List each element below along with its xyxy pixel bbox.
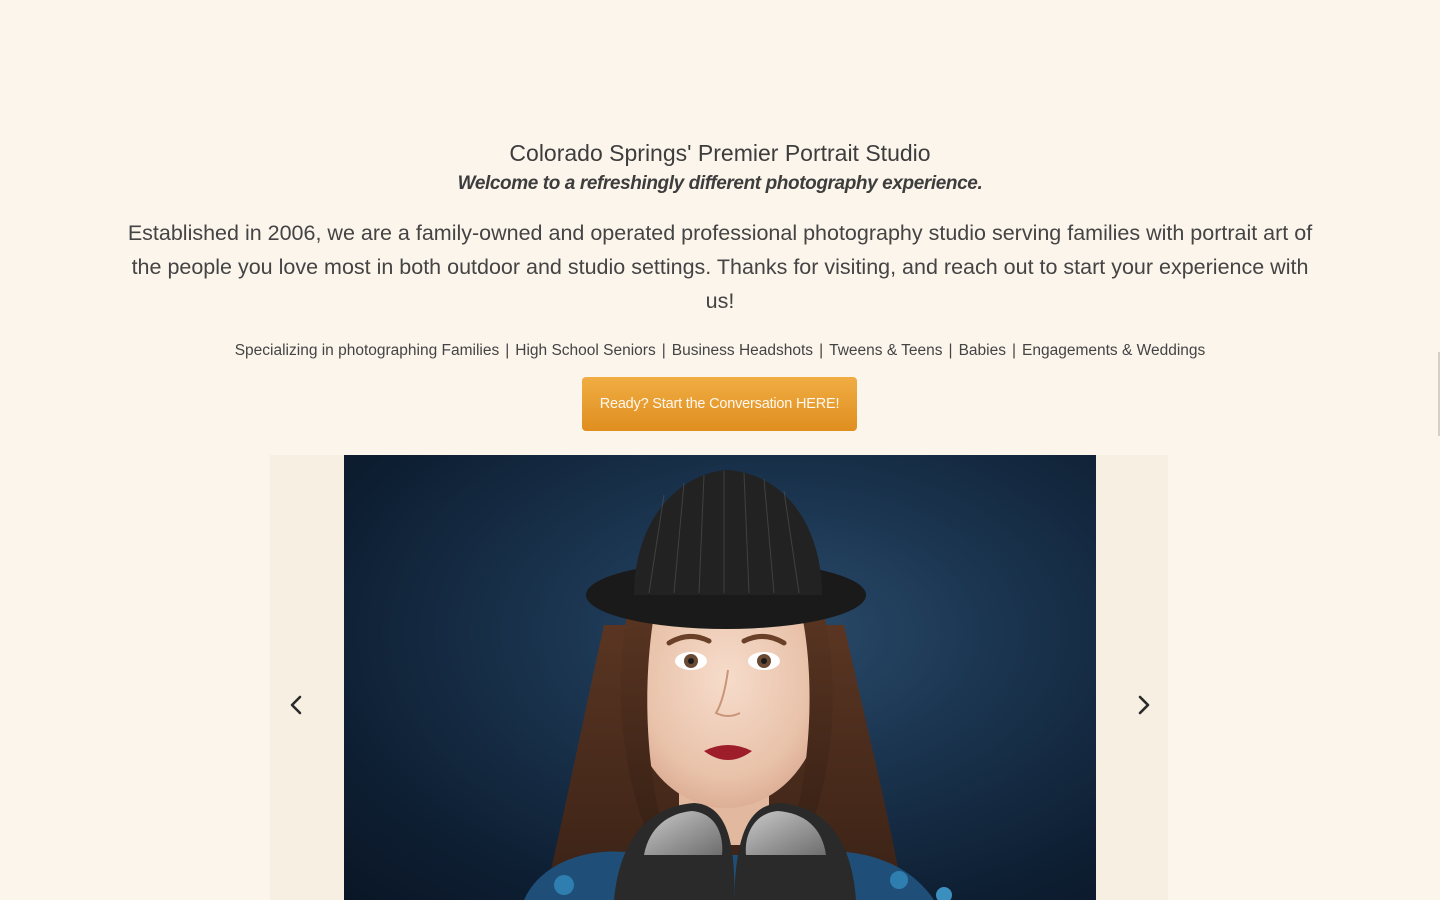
specialty-seniors: High School Seniors	[515, 342, 656, 359]
specialty-babies: Babies	[958, 342, 1006, 359]
about-paragraph: Established in 2006, we are a family-own…	[127, 221, 1313, 313]
portrait-illustration	[524, 470, 952, 900]
specialty-weddings: Engagements & Weddings	[1022, 342, 1206, 359]
intro-section: Colorado Springs' Premier Portrait Studi…	[0, 136, 1440, 363]
separator: |	[505, 342, 510, 359]
welcome-tagline: Welcome to a refreshingly different phot…	[457, 173, 983, 194]
separator: |	[661, 342, 666, 359]
specialties-line: Specializing in photographing Families | H…	[0, 339, 1440, 363]
separator: |	[1011, 342, 1017, 359]
separator: |	[948, 342, 953, 359]
portrait-photo	[344, 455, 1096, 900]
chevron-left-icon[interactable]	[281, 690, 311, 720]
page-headline: Colorado Springs' Premier Portrait Studi…	[509, 140, 931, 166]
start-conversation-button[interactable]: Ready? Start the Conversation HERE!	[582, 377, 857, 431]
separator: |	[819, 342, 824, 359]
specialty-headshots: Business Headshots	[671, 342, 814, 359]
chevron-right-icon[interactable]	[1129, 690, 1159, 720]
specialty-teens: Tweens & Teens	[829, 342, 943, 359]
page: Colorado Springs' Premier Portrait Studi…	[0, 0, 1440, 900]
specialty-families: Specializing in photographing Families	[234, 342, 500, 359]
portrait-slider	[270, 455, 1168, 900]
